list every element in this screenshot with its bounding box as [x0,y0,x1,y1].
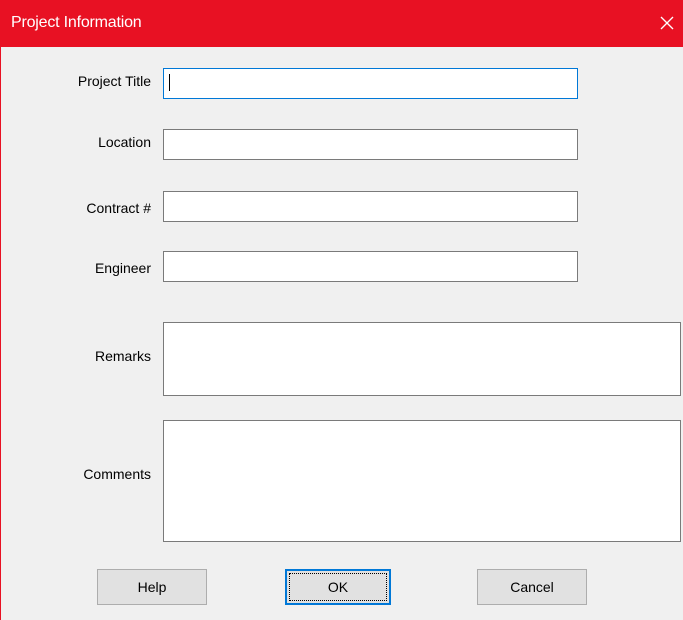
comments-textarea[interactable] [163,420,681,542]
engineer-input[interactable] [163,251,578,282]
cancel-button-label: Cancel [510,579,554,595]
ok-button-label: OK [327,579,349,595]
dialog-title: Project Information [11,14,142,31]
comments-label: Comments [83,466,151,482]
remarks-textarea[interactable] [163,322,681,396]
cancel-button[interactable]: Cancel [477,569,587,605]
text-caret [169,74,170,91]
ok-button[interactable]: OK [285,569,391,605]
project-title-input[interactable] [163,68,578,99]
engineer-label: Engineer [94,260,151,276]
contract-label: Contract # [86,200,151,216]
close-button[interactable] [652,8,682,38]
title-bar[interactable]: Project Information [1,0,683,47]
location-label: Location [98,134,151,150]
contract-input[interactable] [163,191,578,222]
close-icon [660,16,674,30]
location-input[interactable] [163,129,578,160]
project-information-dialog: Project Information Project Title Locati… [0,0,683,620]
remarks-label: Remarks [94,348,151,364]
help-button-label: Help [137,579,167,595]
project-title-label: Project Title [77,73,151,89]
help-button[interactable]: Help [97,569,207,605]
